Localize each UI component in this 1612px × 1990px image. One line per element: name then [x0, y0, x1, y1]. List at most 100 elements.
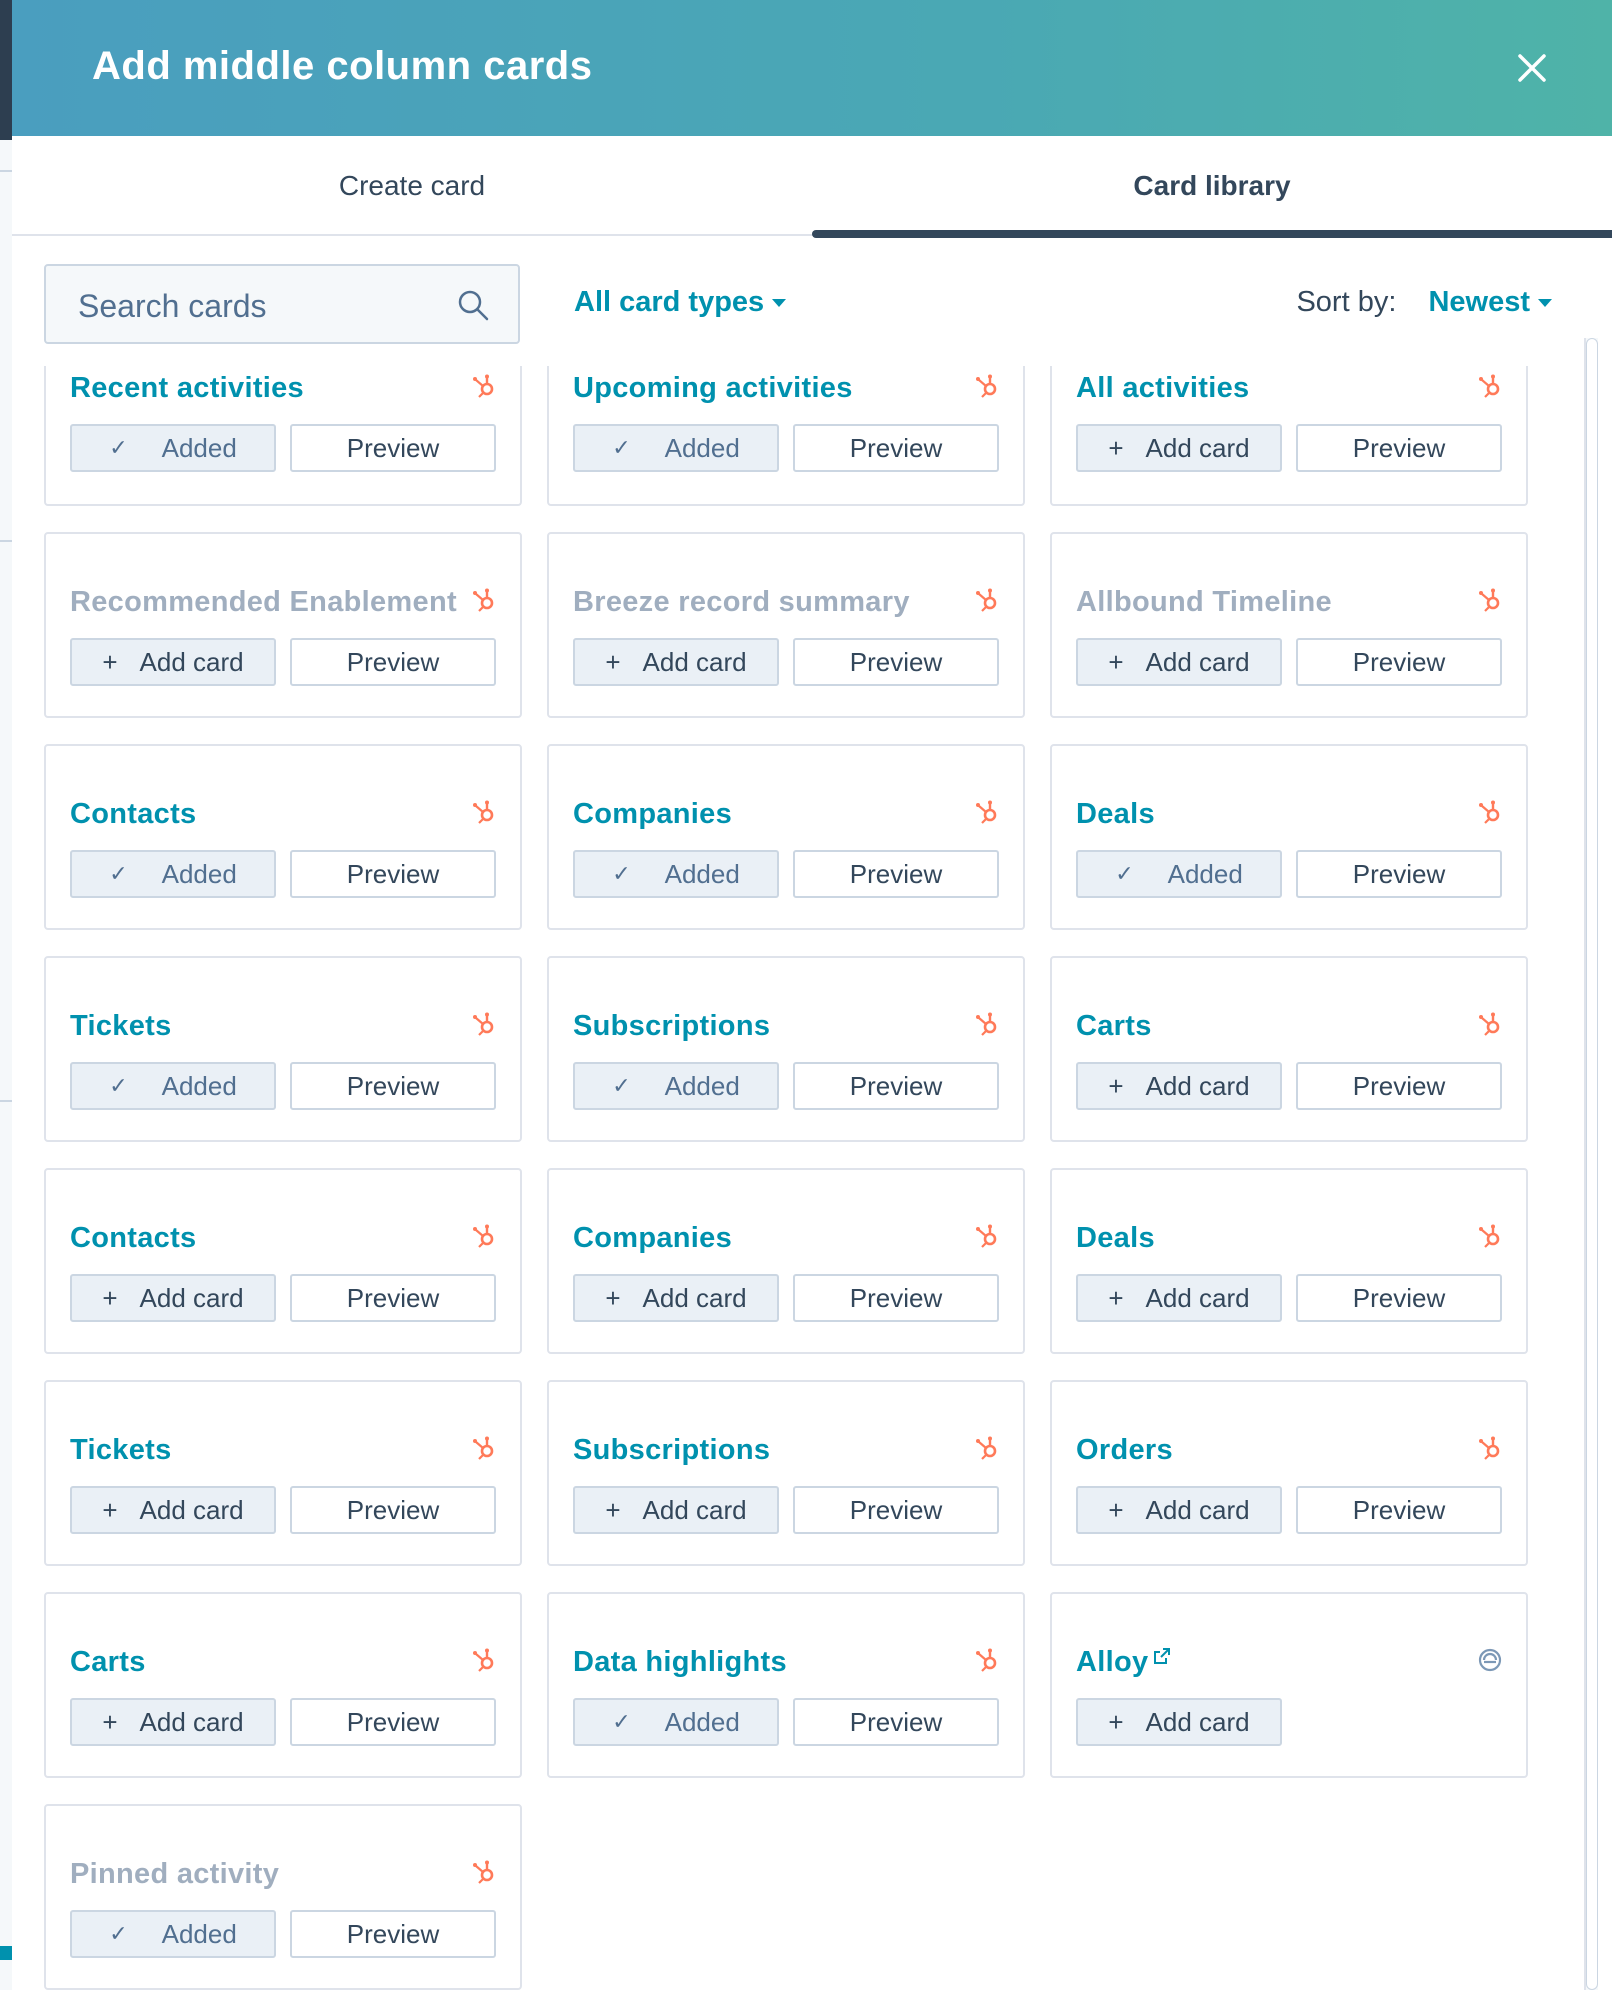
- preview-button[interactable]: Preview: [793, 850, 999, 898]
- preview-button[interactable]: Preview: [793, 638, 999, 686]
- hubspot-icon: [973, 1222, 1001, 1250]
- card-title: Breeze record summary: [573, 586, 910, 619]
- preview-button[interactable]: Preview: [1296, 424, 1502, 472]
- card-title-text: Subscriptions: [573, 1434, 771, 1466]
- added-button[interactable]: ✓ Added: [70, 850, 276, 898]
- caret-down-icon: [772, 299, 787, 308]
- preview-button[interactable]: Preview: [793, 1274, 999, 1322]
- plus-icon: +: [102, 1494, 118, 1525]
- modal-title: Add middle column cards: [92, 44, 593, 88]
- added-button[interactable]: ✓ Added: [573, 1062, 779, 1110]
- added-button[interactable]: ✓ Added: [70, 1062, 276, 1110]
- library-card: Data highlights ✓ Added Preview: [547, 1592, 1025, 1778]
- button-label: Added: [161, 1918, 237, 1949]
- sort-value: Newest: [1428, 286, 1530, 318]
- hubspot-icon: [1476, 1434, 1504, 1462]
- card-title: Carts: [1076, 1010, 1152, 1043]
- preview-button[interactable]: Preview: [290, 1486, 496, 1534]
- card-title-text: Contacts: [70, 1222, 197, 1254]
- check-icon: ✓: [109, 1921, 128, 1946]
- tab-create-card[interactable]: Create card: [12, 136, 812, 234]
- add-card-button[interactable]: + Add card: [1076, 424, 1282, 472]
- card-title: Contacts: [70, 1222, 196, 1255]
- added-button[interactable]: ✓ Added: [573, 850, 779, 898]
- add-card-button[interactable]: + Add card: [70, 1274, 276, 1322]
- library-card: Carts + Add card Preview: [1050, 956, 1528, 1142]
- tab-card-library[interactable]: Card library: [812, 136, 1612, 234]
- add-card-button[interactable]: + Add card: [573, 1486, 779, 1534]
- card-title: Recent activities: [70, 372, 304, 405]
- preview-button[interactable]: Preview: [1296, 638, 1502, 686]
- card-title: Pinned activity: [70, 1858, 279, 1891]
- preview-button[interactable]: Preview: [290, 850, 496, 898]
- hubspot-icon: [470, 1646, 498, 1674]
- card-title: Companies: [573, 798, 732, 831]
- background-page-edge: [0, 0, 12, 1990]
- button-label: Add card: [139, 1282, 244, 1313]
- add-card-button[interactable]: + Add card: [1076, 638, 1282, 686]
- modal-header: Add middle column cards: [12, 0, 1612, 136]
- add-card-button[interactable]: + Add card: [1076, 1274, 1282, 1322]
- preview-button[interactable]: Preview: [290, 1274, 496, 1322]
- add-card-button[interactable]: + Add card: [573, 1274, 779, 1322]
- scrollbar-thumb[interactable]: [1586, 338, 1598, 1990]
- library-card: Upcoming activities ✓ Added Preview: [547, 366, 1025, 506]
- added-button[interactable]: ✓ Added: [573, 424, 779, 472]
- add-card-button[interactable]: + Add card: [1076, 1062, 1282, 1110]
- added-button[interactable]: ✓ Added: [70, 424, 276, 472]
- added-button[interactable]: ✓ Added: [70, 1910, 276, 1958]
- close-icon: [1518, 54, 1546, 82]
- added-button[interactable]: ✓ Added: [573, 1698, 779, 1746]
- card-type-filter-dropdown[interactable]: All card types: [574, 286, 787, 319]
- button-label: Add card: [1145, 1706, 1250, 1737]
- preview-button[interactable]: Preview: [793, 1698, 999, 1746]
- plus-icon: +: [605, 1282, 621, 1313]
- preview-button[interactable]: Preview: [1296, 1486, 1502, 1534]
- preview-button[interactable]: Preview: [793, 1062, 999, 1110]
- added-button[interactable]: ✓ Added: [1076, 850, 1282, 898]
- check-icon: ✓: [612, 435, 631, 460]
- card-title-text: Tickets: [70, 1010, 172, 1042]
- hubspot-icon: [1476, 1010, 1504, 1038]
- card-list-scroll-area[interactable]: Recent activities ✓ Added Preview Upcoming a…: [12, 366, 1612, 1990]
- preview-button[interactable]: Preview: [290, 638, 496, 686]
- filter-label: All card types: [574, 286, 765, 318]
- button-label: Add card: [1145, 1494, 1250, 1525]
- library-card: Tickets ✓ Added Preview: [44, 956, 522, 1142]
- add-card-button[interactable]: + Add card: [70, 1698, 276, 1746]
- plus-icon: +: [1108, 1070, 1124, 1101]
- add-card-button[interactable]: + Add card: [70, 1486, 276, 1534]
- preview-button[interactable]: Preview: [1296, 1274, 1502, 1322]
- preview-button[interactable]: Preview: [793, 424, 999, 472]
- card-title-text: Contacts: [70, 798, 197, 830]
- sort-dropdown[interactable]: Newest: [1428, 286, 1552, 318]
- preview-button[interactable]: Preview: [290, 424, 496, 472]
- card-title-text: All activities: [1076, 372, 1250, 404]
- add-card-button[interactable]: + Add card: [1076, 1698, 1282, 1746]
- check-icon: ✓: [612, 1709, 631, 1734]
- button-label: Add card: [1145, 432, 1250, 463]
- plus-icon: +: [1108, 1282, 1124, 1313]
- hubspot-icon: [973, 372, 1001, 400]
- hubspot-icon: [973, 1434, 1001, 1462]
- add-card-button[interactable]: + Add card: [70, 638, 276, 686]
- library-card: Orders + Add card Preview: [1050, 1380, 1528, 1566]
- preview-button[interactable]: Preview: [290, 1062, 496, 1110]
- preview-button[interactable]: Preview: [793, 1486, 999, 1534]
- card-title: Tickets: [70, 1434, 172, 1467]
- preview-button[interactable]: Preview: [290, 1910, 496, 1958]
- scrollbar[interactable]: [1584, 338, 1598, 1990]
- card-title: Upcoming activities: [573, 372, 853, 405]
- close-button[interactable]: [1512, 48, 1552, 88]
- library-card: All activities + Add card Preview: [1050, 366, 1528, 506]
- add-card-button[interactable]: + Add card: [573, 638, 779, 686]
- divider: [0, 170, 12, 172]
- add-card-button[interactable]: + Add card: [1076, 1486, 1282, 1534]
- card-title: Contacts: [70, 798, 196, 831]
- preview-button[interactable]: Preview: [1296, 850, 1502, 898]
- card-title-text: Recent activities: [70, 372, 304, 404]
- preview-button[interactable]: Preview: [290, 1698, 496, 1746]
- search-input[interactable]: Search cards: [44, 264, 520, 344]
- card-title: Subscriptions: [573, 1010, 770, 1043]
- preview-button[interactable]: Preview: [1296, 1062, 1502, 1110]
